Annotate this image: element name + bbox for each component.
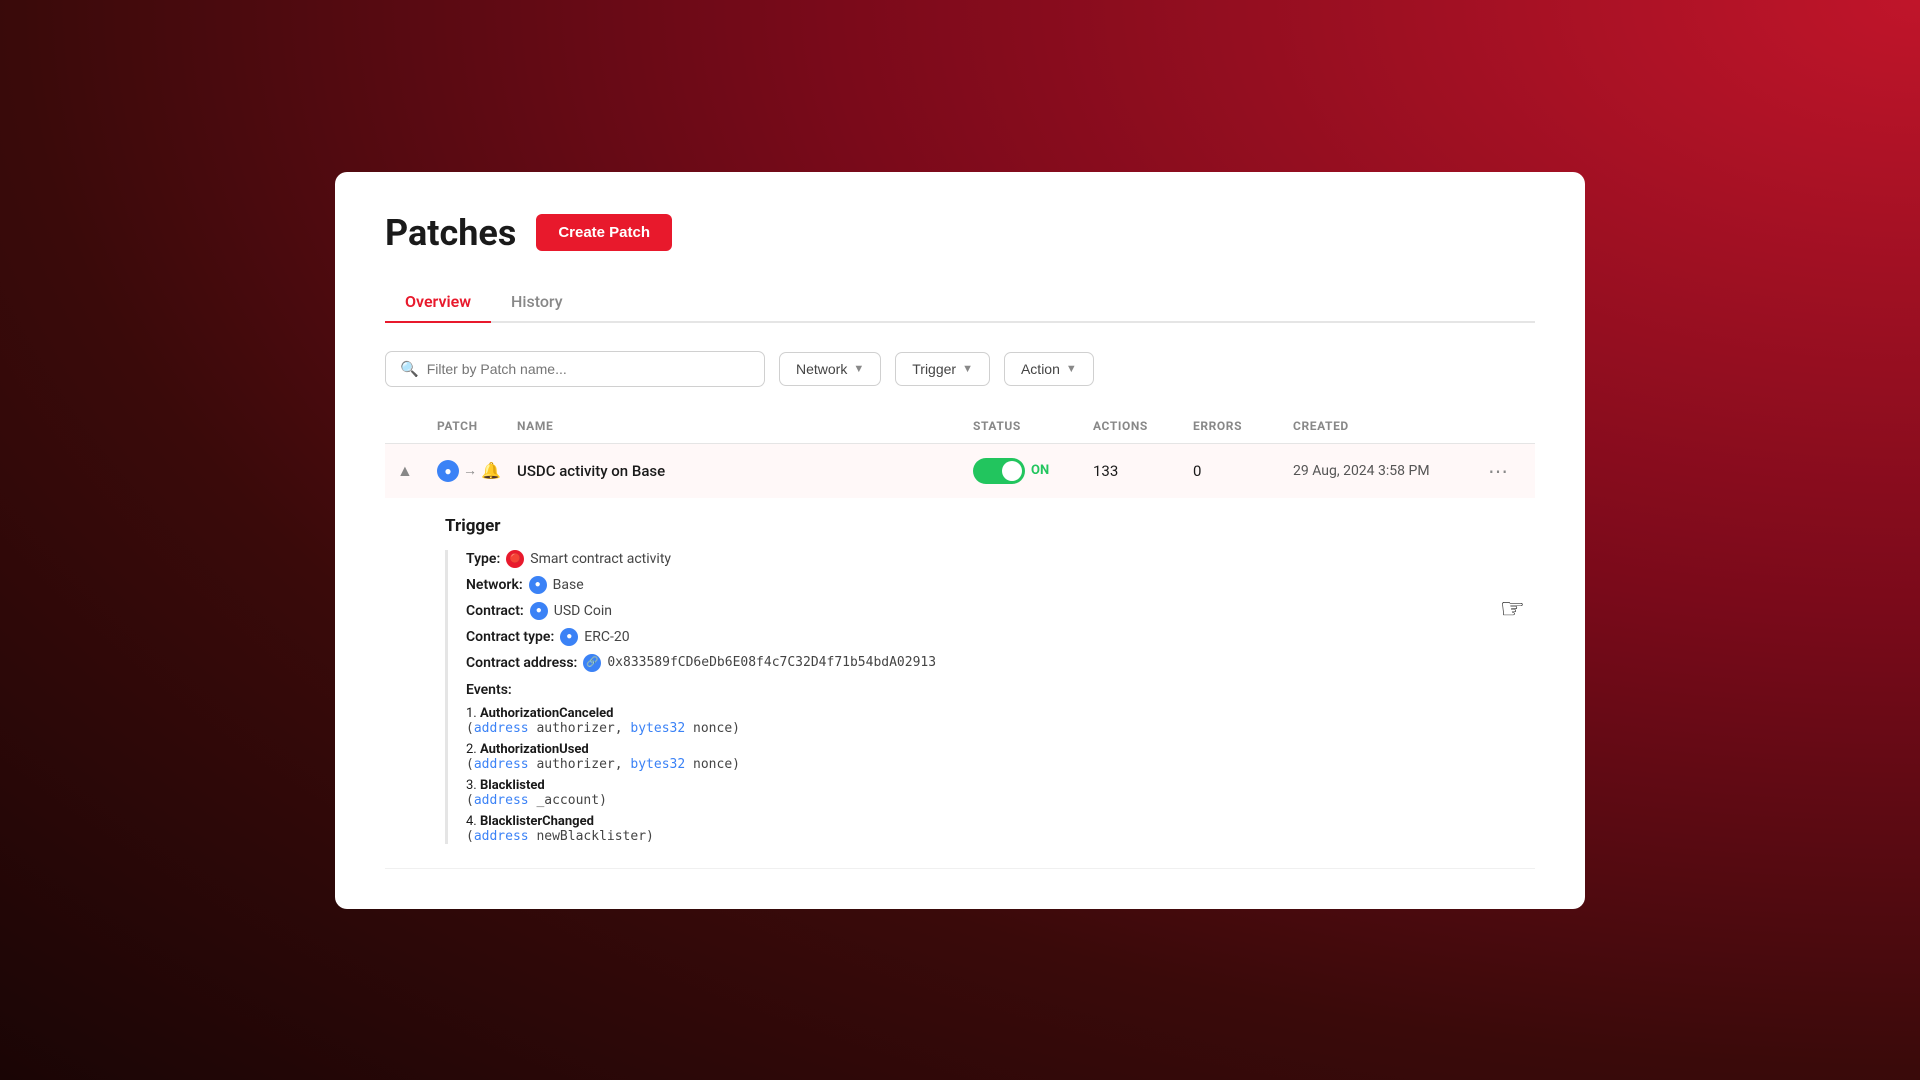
network-filter-label: Network [796,361,847,377]
chevron-down-icon: ▼ [962,363,973,375]
type-line: Type: 🔴 Smart contract activity [466,550,1517,568]
row-expand-btn[interactable]: ▲ [397,461,437,481]
type-value: Smart contract activity [530,551,671,567]
search-icon: 🔍 [400,360,419,378]
trigger-block: Type: 🔴 Smart contract activity Network:… [445,550,1517,844]
main-card: Patches Create Patch Overview History 🔍 … [335,172,1585,909]
col-errors: ERRORS [1193,419,1293,433]
chevron-down-icon: ▼ [1066,363,1077,375]
col-actions: ACTIONS [1093,419,1193,433]
contract-label: Contract: [466,603,524,619]
contract-icon: ● [530,602,548,620]
row-status: ON [973,458,1093,484]
event-1-name: AuthorizationCanceled [480,706,614,721]
status-toggle[interactable]: ON [973,458,1093,484]
network-detail-icon: ● [529,576,547,594]
network-icon: ● [437,460,459,482]
collapse-icon[interactable]: ▲ [397,463,413,481]
page-title: Patches [385,212,516,254]
row-patch-icons: ● → 🔔 [437,460,517,482]
event-3: 3. Blacklisted (address _account) [466,778,1517,808]
actions-count: 133 [1093,462,1193,480]
contract-address-icon: 🔗 [583,654,601,672]
row-1: ▲ ● → 🔔 USDC activity on Base ON 133 0 2… [385,444,1535,498]
row-menu-button[interactable]: ⋯ [1473,459,1523,483]
table-row: ▲ ● → 🔔 USDC activity on Base ON 133 0 2… [385,444,1535,869]
filter-row: 🔍 Network ▼ Trigger ▼ Action ▼ [385,351,1535,387]
errors-count: 0 [1193,462,1293,480]
event-4-name: BlacklisterChanged [480,814,594,829]
col-patch: PATCH [437,419,517,433]
contract-type-value: ERC-20 [584,629,629,645]
event-1-number: 1. [466,706,477,721]
event-4-params: (address newBlacklister) [466,829,654,844]
row-name-label: USDC activity on Base [517,462,973,480]
action-icon: 🔔 [481,461,501,480]
search-box: 🔍 [385,351,765,387]
event-1: 1. AuthorizationCanceled (address author… [466,706,1517,736]
detail-panel: Trigger Type: 🔴 Smart contract activity … [385,498,1535,868]
chevron-down-icon: ▼ [853,363,864,375]
tab-overview[interactable]: Overview [385,282,491,323]
event-2-name: AuthorizationUsed [480,742,589,757]
event-3-params: (address _account) [466,793,607,808]
toggle-thumb [1002,461,1022,481]
col-status: STATUS [973,419,1093,433]
event-4-number: 4. [466,814,477,829]
events-label: Events: [466,682,1517,698]
contract-value: USD Coin [554,603,612,619]
network-line: Network: ● Base [466,576,1517,594]
col-expand [397,419,437,433]
event-1-params: (address authorizer, bytes32 nonce) [466,721,740,736]
action-filter-label: Action [1021,361,1060,377]
trigger-title: Trigger [445,516,1517,536]
param-type: bytes32 [630,721,685,736]
event-2: 2. AuthorizationUsed (address authorizer… [466,742,1517,772]
event-3-number: 3. [466,778,477,793]
col-menu [1473,419,1523,433]
trigger-filter-label: Trigger [912,361,956,377]
search-input[interactable] [427,361,750,377]
tab-bar: Overview History [385,282,1535,323]
contract-line: Contract: ● USD Coin [466,602,1517,620]
type-label: Type: [466,551,500,567]
contract-address-value: 0x833589fCD6eDb6E08f4c7C32D4f71b54bdA029… [607,655,936,670]
arrow-icon: → [463,462,477,479]
network-filter-button[interactable]: Network ▼ [779,352,881,386]
contract-address-label: Contract address: [466,655,577,671]
tab-history[interactable]: History [491,282,583,323]
trigger-filter-button[interactable]: Trigger ▼ [895,352,990,386]
event-4: 4. BlacklisterChanged (address newBlackl… [466,814,1517,844]
contract-type-line: Contract type: ● ERC-20 [466,628,1517,646]
event-2-params: (address authorizer, bytes32 nonce) [466,757,740,772]
param-type: address [474,721,529,736]
contract-address-line: Contract address: 🔗 0x833589fCD6eDb6E08f… [466,654,1517,672]
toggle-track[interactable] [973,458,1025,484]
page-header: Patches Create Patch [385,212,1535,254]
type-icon: 🔴 [506,550,524,568]
table-header: PATCH NAME STATUS ACTIONS ERRORS CREATED [385,409,1535,444]
network-label: Network: [466,577,523,593]
col-name: NAME [517,419,973,433]
create-patch-button[interactable]: Create Patch [536,214,672,251]
contract-type-icon: ● [560,628,578,646]
toggle-label: ON [1031,463,1049,478]
created-date: 29 Aug, 2024 3:58 PM [1293,463,1473,479]
contract-type-label: Contract type: [466,629,554,645]
events-section: Events: 1. AuthorizationCanceled (addres… [466,682,1517,844]
event-3-name: Blacklisted [480,778,545,793]
network-value: Base [553,577,584,593]
event-2-number: 2. [466,742,477,757]
action-filter-button[interactable]: Action ▼ [1004,352,1094,386]
col-created: CREATED [1293,419,1473,433]
